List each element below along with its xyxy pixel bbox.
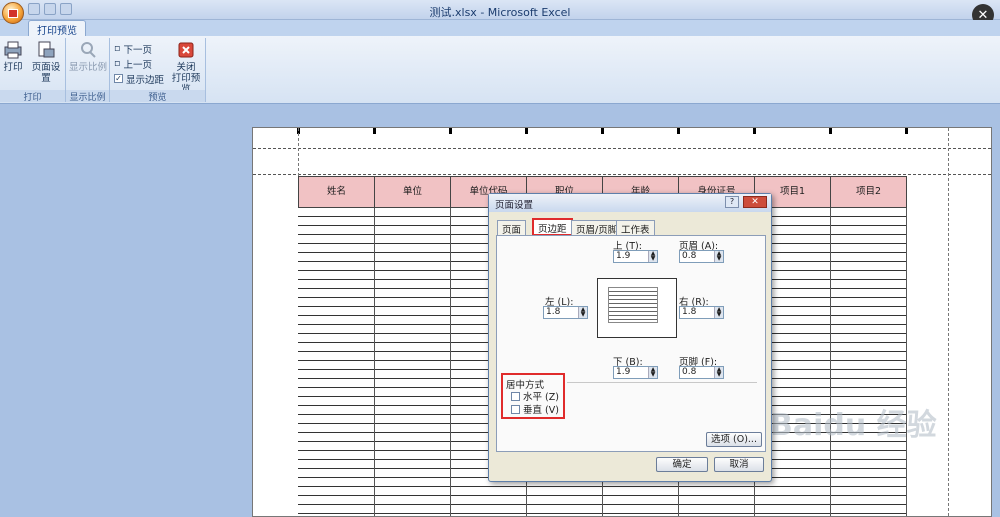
group-zoom: 显示比例 显示比例 — [66, 38, 110, 103]
office-logo-icon — [8, 8, 18, 18]
show-margins-label: 显示边距 — [126, 74, 165, 86]
page-preview-thumbnail — [597, 278, 677, 338]
spinner-icon[interactable]: ▲ ▼ — [578, 307, 587, 318]
close-print-preview-button[interactable]: 关闭 打印预览 — [168, 40, 204, 95]
page-setup-dialog: 页面设置 ? ✕ 页面 页边距 页眉/页脚 工作表 上 (T): 1.9 ▲ ▼ 页… — [488, 193, 772, 482]
header-margin-line[interactable] — [253, 148, 991, 149]
dialog-close-icon[interactable]: ✕ — [743, 196, 767, 208]
print-label: 打印 — [3, 62, 23, 73]
checkbox-icon — [511, 404, 520, 414]
top-margin-value: 1.9 — [616, 251, 631, 261]
margin-handle[interactable] — [373, 128, 376, 134]
horizontal-checkbox[interactable]: 水平 (Z) — [511, 389, 559, 403]
page-setup-label: 页面设置 — [31, 62, 61, 84]
spinner-icon[interactable]: ▲ ▼ — [648, 367, 657, 378]
column-header: 姓名 — [298, 176, 375, 208]
column-divider — [906, 208, 907, 516]
zoom-button[interactable]: 显示比例 — [68, 40, 108, 73]
ribbon-tab-bar: 打印预览 — [0, 20, 1000, 37]
next-page-button[interactable]: ▫ 下一页 — [114, 42, 152, 56]
margin-handle[interactable] — [449, 128, 452, 134]
tab-sheet[interactable]: 工作表 — [616, 220, 655, 236]
tab-header-footer[interactable]: 页眉/页脚 — [571, 220, 623, 236]
print-button[interactable]: 打印 — [2, 40, 24, 73]
magnifier-icon — [78, 40, 98, 60]
column-divider — [450, 208, 451, 516]
group-preview: ▫下一页 ▫上一页 ✓显示边距 关闭 打印预览 预览 — [110, 38, 206, 103]
checkbox-icon — [511, 391, 520, 401]
preview-table — [608, 287, 658, 323]
group-print: 打印 页面设置 打印 — [0, 38, 66, 103]
divider — [567, 382, 757, 383]
spinner-icon[interactable]: ▲ ▼ — [714, 367, 723, 378]
tab-print-preview[interactable]: 打印预览 — [28, 20, 86, 37]
previous-page-icon: ▫ — [114, 58, 121, 69]
watermark: Baidu 经验 — [770, 408, 937, 443]
spinner-icon[interactable]: ▲ ▼ — [714, 251, 723, 262]
previous-page-button[interactable]: ▫ 上一页 — [114, 57, 152, 71]
zoom-label: 显示比例 — [68, 62, 107, 73]
title-bar: 测试.xlsx - Microsoft Excel — [0, 0, 1000, 24]
next-page-label: 下一页 — [123, 44, 152, 56]
page-setup-icon — [36, 40, 56, 60]
left-margin-value: 1.8 — [546, 307, 561, 317]
right-margin-value: 1.8 — [682, 307, 697, 317]
column-header: 项目2 — [830, 176, 907, 208]
top-margin-input[interactable]: 1.9 ▲ ▼ — [613, 250, 658, 263]
header-margin-input[interactable]: 0.8 ▲ ▼ — [679, 250, 724, 263]
dialog-title-bar: 页面设置 ? ✕ — [489, 194, 771, 212]
spinner-icon[interactable]: ▲ ▼ — [648, 251, 657, 262]
margin-handle[interactable] — [601, 128, 604, 134]
close-label: 关闭 — [176, 62, 196, 73]
right-margin-line[interactable] — [948, 128, 949, 516]
horizontal-label: 水平 (Z) — [523, 392, 559, 403]
margin-handle[interactable] — [905, 128, 908, 134]
dialog-title: 页面设置 — [495, 200, 534, 211]
bottom-margin-input[interactable]: 1.9 ▲ ▼ — [613, 366, 658, 379]
next-page-icon: ▫ — [114, 43, 121, 54]
column-header: 单位 — [374, 176, 451, 208]
tab-page[interactable]: 页面 — [497, 220, 527, 236]
window-title: 测试.xlsx - Microsoft Excel — [429, 6, 571, 19]
previous-page-label: 上一页 — [123, 59, 152, 71]
close-preview-icon — [176, 40, 196, 60]
options-button[interactable]: 选项 (O)... — [706, 432, 762, 447]
margins-panel: 上 (T): 1.9 ▲ ▼ 页眉 (A): 0.8 ▲ ▼ 左 (L): 1.8 ▲ ▼ … — [496, 235, 766, 452]
top-margin-line[interactable] — [253, 174, 991, 175]
group-zoom-label: 显示比例 — [66, 90, 109, 103]
column-divider — [374, 208, 375, 516]
group-preview-label: 预览 — [110, 90, 205, 103]
office-button[interactable] — [2, 2, 24, 24]
column-divider — [830, 208, 831, 516]
checkmark-icon: ✓ — [114, 74, 123, 83]
spinner-icon[interactable]: ▲ ▼ — [714, 307, 723, 318]
ribbon: 打印 页面设置 打印 显示比例 显示比例 ▫ 下一页 ▫ 上一页 ✓ 显示边距 关闭 … — [0, 36, 1000, 104]
margin-handle[interactable] — [677, 128, 680, 134]
show-margins-checkbox[interactable]: ✓ 显示边距 — [114, 72, 165, 86]
margin-handle[interactable] — [829, 128, 832, 134]
margin-handle[interactable] — [525, 128, 528, 134]
header-margin-value: 0.8 — [682, 251, 697, 261]
footer-margin-value: 0.8 — [682, 367, 697, 377]
vertical-label: 垂直 (V) — [523, 405, 559, 416]
margin-handle[interactable] — [753, 128, 756, 134]
tab-margins[interactable]: 页边距 — [532, 218, 573, 236]
right-margin-input[interactable]: 1.8 ▲ ▼ — [679, 306, 724, 319]
left-margin-input[interactable]: 1.8 ▲ ▼ — [543, 306, 588, 319]
bottom-margin-value: 1.9 — [616, 367, 631, 377]
group-print-label: 打印 — [0, 90, 65, 103]
cancel-button[interactable]: 取消 — [714, 457, 764, 472]
footer-margin-input[interactable]: 0.8 ▲ ▼ — [679, 366, 724, 379]
center-on-page-section: 居中方式 水平 (Z) 垂直 (V) — [501, 373, 565, 419]
printer-icon — [3, 40, 23, 60]
vertical-checkbox[interactable]: 垂直 (V) — [511, 402, 559, 416]
help-icon[interactable]: ? — [725, 196, 739, 208]
ok-button[interactable]: 确定 — [656, 457, 708, 472]
page-setup-button[interactable]: 页面设置 — [28, 40, 64, 84]
